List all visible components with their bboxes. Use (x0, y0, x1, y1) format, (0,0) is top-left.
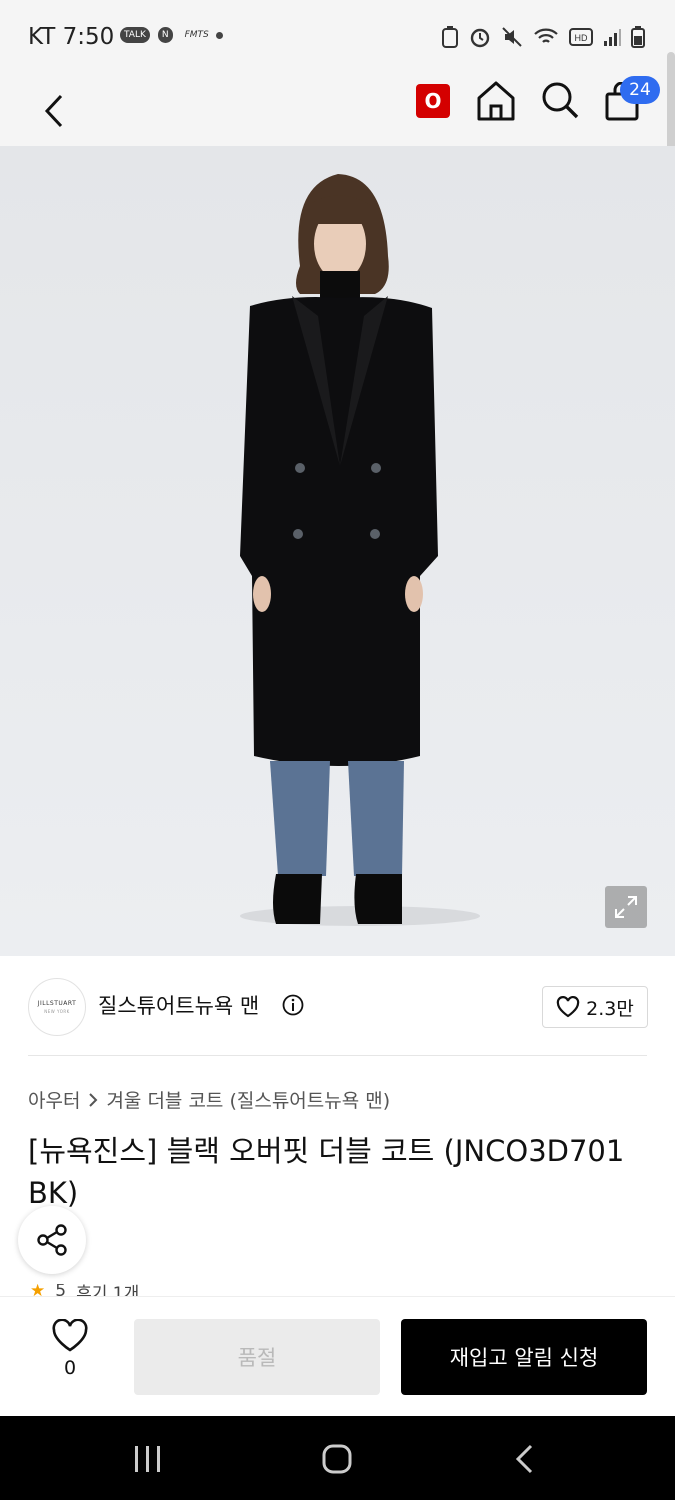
wifi-icon (534, 28, 558, 43)
recent-apps-icon[interactable] (133, 1444, 163, 1474)
info-icon[interactable] (282, 994, 304, 1016)
home-icon (477, 81, 515, 121)
wishlist-button[interactable]: 0 (40, 1319, 100, 1389)
search-icon (542, 82, 579, 119)
system-nav-bar (0, 1416, 675, 1500)
brand-like-button[interactable]: 2.3만 (542, 986, 648, 1028)
signal-icon (604, 29, 621, 46)
share-icon (37, 1224, 67, 1256)
mute-icon (502, 27, 522, 47)
breadcrumb: 아우터 겨울 더블 코트 (질스튜어트뉴욕 맨) (28, 1086, 390, 1113)
battery-saver-icon (442, 26, 458, 48)
naver-icon: N (157, 27, 173, 43)
model-photo (240, 174, 480, 926)
brand-logo-text: JILLSTUART (37, 1000, 77, 1007)
battery-icon (631, 26, 645, 48)
status-bar: KT 7:50 TALK N FMTS HD (0, 0, 675, 76)
back-button[interactable] (34, 88, 74, 134)
product-title: [뉴욕진스] 블랙 오버핏 더블 코트 (JNCO3D701 BK) (28, 1134, 625, 1210)
brand-name[interactable]: 질스튜어트뉴욕 맨 (98, 990, 259, 1020)
expand-image-button[interactable] (605, 886, 647, 928)
brand-o-badge[interactable]: O (416, 84, 450, 118)
bottom-action-bar: 0 품절 재입고 알림 신청 (0, 1296, 675, 1417)
chevron-right-icon (89, 1092, 98, 1107)
restock-alert-button[interactable]: 재입고 알림 신청 (401, 1319, 647, 1395)
expand-icon (615, 896, 637, 918)
search-button[interactable] (540, 80, 580, 126)
home-nav-icon[interactable] (321, 1444, 353, 1474)
heart-icon (556, 996, 580, 1018)
back-nav-icon[interactable] (513, 1444, 535, 1474)
alarm-icon (470, 28, 490, 48)
brand-row: JILLSTUART NEW YORK 질스튜어트뉴욕 맨 2.3만 (0, 956, 675, 1056)
heart-icon (52, 1319, 88, 1352)
soldout-button[interactable]: 품절 (134, 1319, 380, 1395)
status-time: KT 7:50 (28, 24, 115, 50)
share-button[interactable] (18, 1206, 86, 1274)
app-notification-icon: FMTS (184, 30, 209, 40)
wishlist-count: 0 (63, 1357, 77, 1379)
notification-dot-icon (216, 32, 223, 39)
hd-icon: HD (569, 28, 593, 46)
divider (28, 1055, 647, 1056)
cart-count-badge: 24 (620, 76, 660, 104)
home-button[interactable] (476, 80, 516, 126)
chevron-left-icon (44, 94, 63, 128)
status-system-icons: HD (441, 26, 645, 48)
brand-logo[interactable]: JILLSTUART NEW YORK (28, 978, 86, 1036)
breadcrumb-subcategory[interactable]: 겨울 더블 코트 (질스튜어트뉴욕 맨) (106, 1086, 390, 1113)
brand-like-count: 2.3만 (586, 997, 634, 1020)
svg-text:HD: HD (575, 33, 588, 43)
kakaotalk-icon: TALK (120, 27, 150, 43)
brand-logo-subtext: NEW YORK (44, 1009, 70, 1014)
breadcrumb-category[interactable]: 아우터 (28, 1086, 80, 1113)
status-app-icons: TALK N FMTS (120, 27, 213, 43)
product-image[interactable] (0, 146, 675, 956)
